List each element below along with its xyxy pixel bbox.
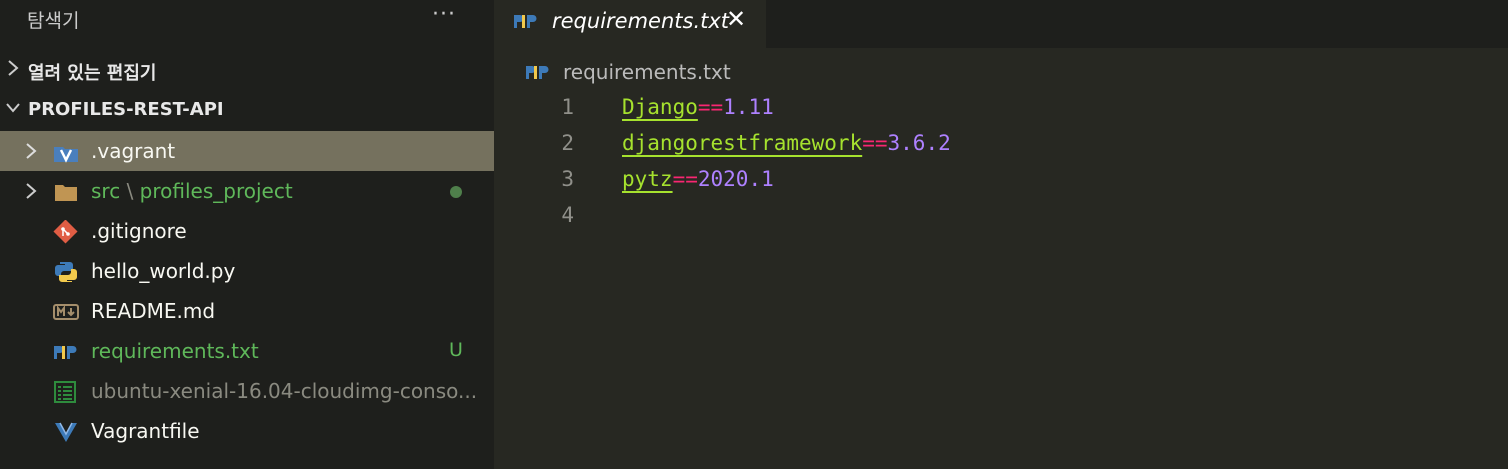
chevron-right-icon <box>26 183 37 199</box>
open-editors-section[interactable]: 열려 있는 편집기 <box>0 51 494 89</box>
open-editors-label: 열려 있는 편집기 <box>28 63 157 84</box>
tree-item-label: .vagrant <box>91 139 176 163</box>
vagrant-folder-icon <box>54 147 78 163</box>
tree-item-gitignore[interactable]: .gitignore <box>0 211 494 251</box>
explorer-header: 탐색기 ··· <box>0 0 494 40</box>
explorer-sidebar: 탐색기 ··· 열려 있는 편집기 PROFILES-REST-API .vag… <box>0 0 494 469</box>
tree-item-requirements-txt[interactable]: requirements.txt U <box>0 331 494 371</box>
pip-icon <box>514 15 537 28</box>
tree-item-label: src \ profiles_project <box>91 179 293 203</box>
code-editor[interactable]: 1 Django==1.11 2 djangorestframework==3.… <box>494 90 1508 469</box>
tree-item-hello-world-py[interactable]: hello_world.py <box>0 251 494 291</box>
project-section[interactable]: PROFILES-REST-API <box>0 91 494 129</box>
python-icon <box>55 262 77 282</box>
tree-item-ubuntu-log[interactable]: ubuntu-xenial-16.04-cloudimg-conso... <box>0 371 494 411</box>
log-file-icon <box>54 381 76 403</box>
folder-icon <box>55 185 77 201</box>
chevron-right-icon <box>8 60 19 76</box>
pip-icon <box>54 346 77 359</box>
tree-item-label: requirements.txt <box>91 339 259 363</box>
more-actions-icon[interactable]: ··· <box>432 2 456 27</box>
line-content: pytz==2020.1 <box>622 167 774 191</box>
editor-tab-bar: requirements.txt ✕ <box>494 0 1508 48</box>
tree-item-vagrant-folder[interactable]: .vagrant <box>0 131 494 171</box>
line-content: djangorestframework==3.6.2 <box>622 131 951 155</box>
code-line: 2 djangorestframework==3.6.2 <box>494 126 1508 162</box>
tab-label: requirements.txt <box>552 9 730 33</box>
code-line: 3 pytz==2020.1 <box>494 162 1508 198</box>
chevron-right-icon <box>26 143 37 159</box>
pip-icon <box>526 66 549 79</box>
untracked-badge: U <box>449 339 463 361</box>
tree-item-label: ubuntu-xenial-16.04-cloudimg-conso... <box>91 379 478 403</box>
vagrant-icon <box>55 422 77 442</box>
tab-requirements-txt[interactable]: requirements.txt ✕ <box>494 0 766 48</box>
line-number: 3 <box>561 167 574 191</box>
explorer-title: 탐색기 <box>27 10 80 32</box>
line-number: 1 <box>561 95 574 119</box>
breadcrumb: requirements.txt <box>494 52 1508 88</box>
chevron-down-icon <box>6 103 20 113</box>
modified-dot-icon <box>450 186 462 198</box>
line-number: 2 <box>561 131 574 155</box>
project-label: PROFILES-REST-API <box>28 99 224 120</box>
tree-item-label: Vagrantfile <box>91 419 200 443</box>
tree-item-src-folder[interactable]: src \ profiles_project <box>0 171 494 211</box>
code-line: 4 <box>494 198 1508 234</box>
tree-item-vagrantfile[interactable]: Vagrantfile <box>0 411 494 451</box>
tree-item-label: README.md <box>91 299 216 323</box>
tree-item-label: .gitignore <box>91 219 187 243</box>
tree-item-readme-md[interactable]: README.md <box>0 291 494 331</box>
markdown-icon <box>53 304 79 320</box>
code-line: 1 Django==1.11 <box>494 90 1508 126</box>
breadcrumb-file[interactable]: requirements.txt <box>563 60 731 84</box>
line-content: Django==1.11 <box>622 95 774 119</box>
line-number: 4 <box>561 203 574 227</box>
close-icon[interactable]: ✕ <box>726 5 746 33</box>
git-icon <box>53 220 78 244</box>
tree-item-label: hello_world.py <box>91 259 236 283</box>
